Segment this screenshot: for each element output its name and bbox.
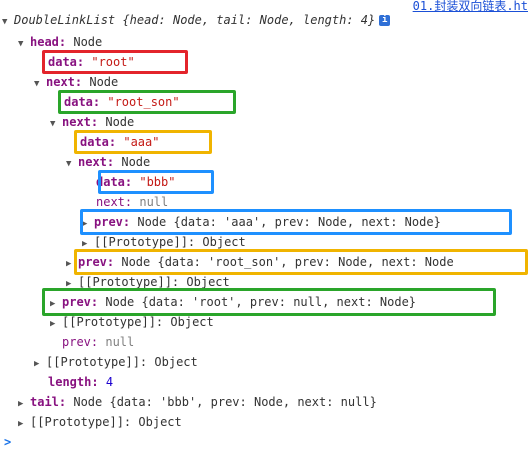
highlight-box-prev-root	[42, 288, 496, 316]
prototype-value: Object	[170, 315, 214, 329]
tail-value: Node {data: 'bbb', prev: Node, next: nul…	[73, 395, 377, 409]
next-row[interactable]: ▼ next: Node	[34, 72, 118, 92]
next-key: next:	[62, 115, 99, 129]
head-type: Node	[73, 35, 103, 49]
length-value: 4	[105, 375, 114, 389]
prototype-key: [[Prototype]]:	[62, 315, 164, 329]
class-name: DoubleLinkList	[14, 13, 116, 27]
next-row[interactable]: ▼ next: Node	[50, 112, 134, 132]
expand-triangle-icon[interactable]: ▶	[50, 314, 62, 334]
null-value: null	[139, 195, 169, 209]
prev-key: prev:	[62, 335, 99, 349]
info-icon[interactable]: i	[379, 15, 391, 26]
collapse-triangle-icon[interactable]: ▼	[18, 34, 30, 54]
prototype-row[interactable]: ▶ [[Prototype]]: Object	[34, 352, 198, 372]
prototype-key: [[Prototype]]:	[46, 355, 148, 369]
tail-row[interactable]: ▶ tail: Node {data: 'bbb', prev: Node, ne…	[18, 392, 377, 412]
prototype-key: [[Prototype]]:	[30, 415, 132, 429]
highlight-box-bbb	[98, 170, 214, 194]
next-key: next:	[96, 195, 133, 209]
head-key: head:	[30, 35, 67, 49]
expand-triangle-icon[interactable]: ▶	[18, 394, 30, 414]
expand-triangle-icon[interactable]: ▶	[18, 414, 30, 434]
length-row: length: 4	[48, 372, 113, 392]
prev-null-row: prev: null	[62, 332, 134, 352]
highlight-box-root-son	[58, 90, 236, 114]
next-key: next:	[78, 155, 115, 169]
prototype-row[interactable]: ▶ [[Prototype]]: Object	[18, 412, 182, 432]
null-value: null	[105, 335, 135, 349]
console-prompt-icon[interactable]: >	[4, 432, 11, 452]
prototype-value: Object	[202, 235, 246, 249]
prototype-value: Object	[154, 355, 198, 369]
highlight-box-prev-aaa	[80, 209, 512, 235]
head-row[interactable]: ▼ head: Node	[18, 32, 102, 52]
next-key: next:	[46, 75, 83, 89]
next-type: Node	[105, 115, 135, 129]
object-preview: {head: Node, tail: Node, length: 4}	[122, 13, 376, 27]
length-key: length:	[48, 375, 99, 389]
prototype-key: [[Prototype]]:	[94, 235, 196, 249]
tail-key: tail:	[30, 395, 67, 409]
collapse-triangle-icon[interactable]: ▼	[34, 74, 46, 94]
next-type: Node	[121, 155, 151, 169]
highlight-box-root	[42, 50, 188, 74]
collapse-triangle-icon[interactable]: ▼	[66, 154, 78, 174]
tab-link[interactable]: 01.封装双向链表.ht	[413, 0, 528, 14]
next-type: Node	[89, 75, 119, 89]
expand-triangle-icon[interactable]: ▶	[34, 354, 46, 374]
next-row[interactable]: ▼ next: Node	[66, 152, 150, 172]
highlight-box-prev-root-son	[74, 249, 528, 275]
highlight-box-aaa	[74, 130, 212, 154]
prototype-key: [[Prototype]]:	[78, 275, 180, 289]
collapse-triangle-icon[interactable]: ▼	[2, 12, 14, 32]
prototype-value: Object	[186, 275, 230, 289]
prototype-value: Object	[138, 415, 182, 429]
root-object-row[interactable]: ▼ DoubleLinkList {head: Node, tail: Node,…	[2, 10, 391, 32]
collapse-triangle-icon[interactable]: ▼	[50, 114, 62, 134]
